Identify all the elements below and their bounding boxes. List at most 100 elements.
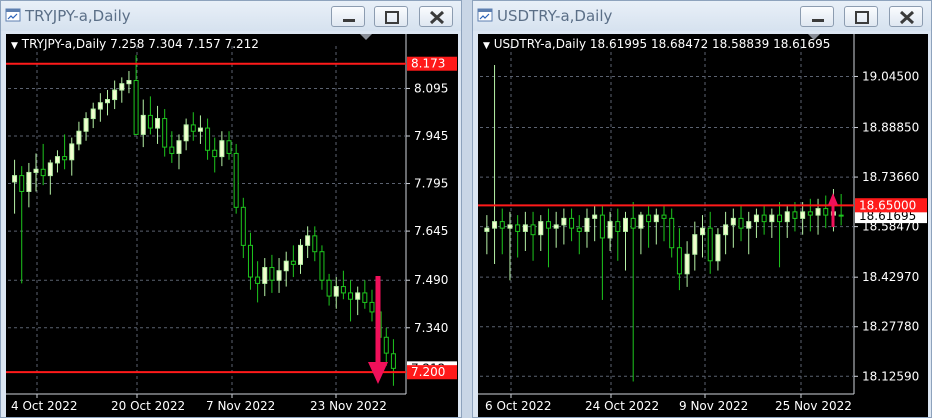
candle-body — [255, 276, 261, 284]
close-button[interactable] — [419, 6, 453, 27]
candle-body — [333, 286, 339, 297]
x-tick-label: 6 Oct 2022 — [485, 399, 552, 413]
candle-body — [484, 227, 490, 232]
chart-header: ▼ USDTRY-a,Daily 18.61995 18.68472 18.58… — [483, 37, 830, 51]
candle-body — [715, 234, 721, 262]
candle-body — [362, 292, 368, 303]
candle-body — [247, 244, 253, 278]
candlestick-chart[interactable]: 19.0450018.8885018.7366018.5847018.42970… — [478, 34, 928, 417]
candle-body — [369, 301, 375, 313]
candle-body — [746, 221, 752, 229]
candle-body — [592, 214, 598, 219]
candle-body — [119, 83, 125, 91]
candle-body — [69, 143, 75, 161]
y-tick-label: 18.73660 — [862, 170, 919, 184]
maximize-button[interactable] — [844, 6, 878, 27]
candle-body — [40, 168, 46, 177]
y-tick-label: 18.42970 — [862, 270, 919, 284]
chart-window-tryjpy[interactable]: TRYJPY-a,Daily 8.095 7.945 7.795 7.645 7.490… — [0, 0, 462, 418]
y-tick-label: 19.04500 — [862, 69, 919, 83]
maximize-button[interactable] — [374, 6, 408, 27]
candle-body — [319, 251, 325, 281]
candle-body — [638, 214, 644, 229]
chart-menu-triangle-icon[interactable]: ▼ — [483, 41, 490, 51]
candle-body — [676, 247, 682, 275]
candle-body — [576, 227, 582, 232]
candle-body — [738, 217, 744, 229]
x-tick-label: 24 Oct 2022 — [585, 399, 659, 413]
close-icon — [429, 10, 445, 25]
candle-body — [545, 221, 551, 229]
candle-body — [383, 336, 389, 354]
minimize-button[interactable] — [331, 6, 365, 27]
chart-area[interactable]: 19.04500 18.88850 18.73660 18.58470 18.42970… — [478, 34, 928, 417]
candle-body — [777, 214, 783, 223]
annotation-arrow-up-icon — [828, 193, 838, 205]
candle-body — [499, 221, 505, 229]
window-titlebar[interactable]: TRYJPY-a,Daily — [1, 1, 461, 31]
chart-window-usdtry[interactable]: USDTRY-a,Daily 19.04500 18.88850 18.73660 1… — [472, 0, 932, 418]
candle-body — [340, 286, 346, 294]
price-line-label: 7.200 — [411, 365, 445, 379]
candle-body — [823, 208, 829, 216]
candle-body — [47, 162, 53, 177]
y-tick-label: 7.490 — [414, 273, 448, 287]
candle-body — [553, 224, 559, 229]
candle-body — [538, 221, 544, 236]
x-tick-label: 4 Oct 2022 — [11, 399, 78, 413]
y-tick-label: 7.945 — [414, 129, 448, 143]
candle-body — [126, 80, 132, 85]
candle-body — [19, 175, 25, 192]
candle-body — [723, 224, 729, 236]
chart-area[interactable]: 8.095 7.945 7.795 7.645 7.490 7.340 4 Oct 2022… — [6, 34, 458, 417]
candle-body — [784, 211, 790, 223]
candlestick-chart[interactable]: 8.095 7.945 7.795 7.645 7.490 7.340 4 Oct 2022… — [6, 34, 458, 417]
candle-body — [190, 124, 196, 132]
chart-header: ▼ TRYJPY-a,Daily 7.258 7.304 7.157 7.212 — [11, 37, 259, 51]
candle-body — [530, 224, 536, 236]
y-tick-label: 18.88850 — [862, 121, 919, 135]
candle-body — [283, 260, 289, 272]
chart-window-icon — [477, 8, 493, 22]
window-title: USDTRY-a,Daily — [497, 7, 613, 25]
candle-body — [769, 214, 775, 223]
candle-body — [219, 140, 225, 158]
y-tick-label: 7.340 — [414, 321, 448, 335]
chart-window-icon — [5, 8, 21, 22]
candle-body — [112, 89, 118, 101]
chart-menu-triangle-icon[interactable]: ▼ — [11, 41, 18, 51]
candle-body — [197, 127, 203, 132]
candle-body — [133, 80, 139, 135]
candle-body — [838, 214, 844, 217]
window-title: TRYJPY-a,Daily — [25, 7, 131, 25]
close-icon — [899, 10, 915, 25]
y-tick-label: 18.12590 — [862, 369, 919, 383]
y-tick-label: 8.095 — [414, 81, 448, 95]
candle-body — [569, 217, 575, 229]
candle-body — [622, 217, 628, 232]
y-tick-label: 7.645 — [414, 224, 448, 238]
y-tick-label: 7.795 — [414, 177, 448, 191]
candle-body — [700, 227, 706, 236]
candle-body — [240, 206, 246, 246]
close-button[interactable] — [889, 6, 923, 27]
candle-body — [792, 211, 798, 219]
candle-body — [33, 168, 39, 173]
candle-body — [62, 156, 68, 161]
minimize-icon — [343, 19, 355, 22]
candle-body — [348, 292, 354, 300]
candle-body — [522, 224, 528, 232]
candle-body — [669, 217, 675, 249]
candle-body — [390, 353, 396, 369]
candle-body — [561, 217, 567, 226]
window-titlebar[interactable]: USDTRY-a,Daily — [473, 1, 931, 31]
candle-body — [147, 114, 153, 129]
candle-body — [630, 217, 636, 229]
minimize-button[interactable] — [800, 6, 834, 27]
candle-body — [684, 253, 690, 275]
candle-body — [169, 146, 175, 154]
candle-body — [269, 267, 275, 281]
candle-body — [807, 211, 813, 216]
candle-body — [753, 214, 759, 223]
candle-body — [162, 118, 168, 148]
